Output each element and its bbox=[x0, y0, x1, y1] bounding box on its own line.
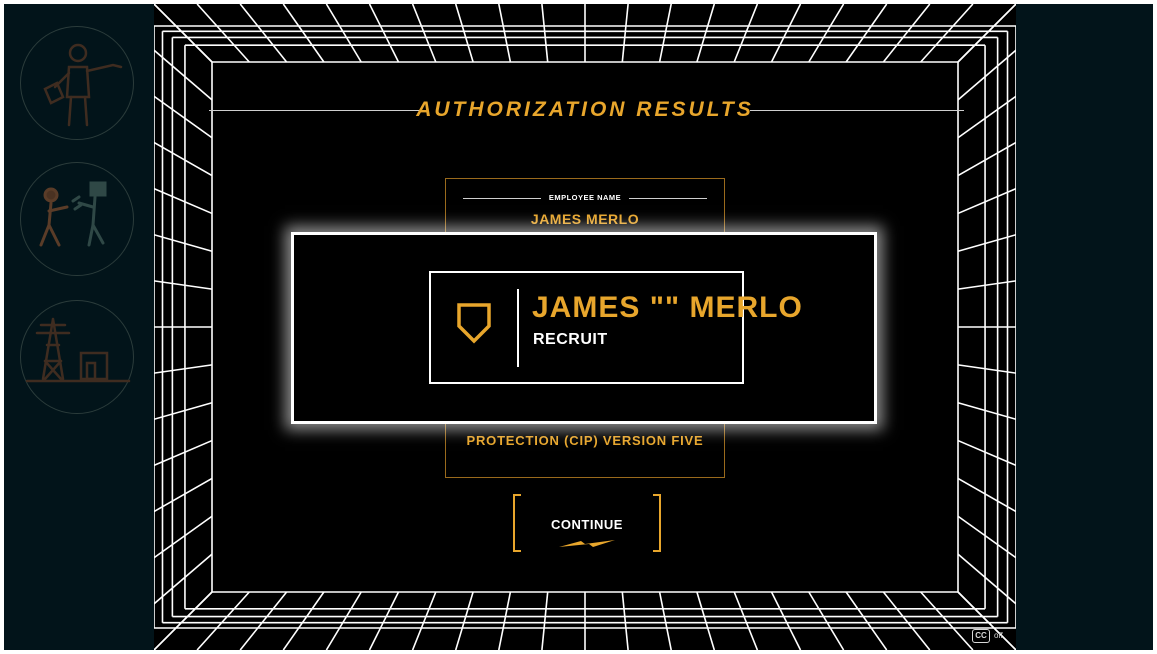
worker-robot-icon bbox=[39, 181, 107, 247]
grid-line bbox=[541, 591, 549, 650]
grid-line bbox=[239, 591, 288, 650]
grid-line bbox=[325, 591, 362, 650]
grid-line bbox=[196, 4, 250, 63]
grid-line bbox=[411, 4, 437, 63]
grid-line bbox=[196, 591, 250, 650]
continue-button[interactable]: CONTINUE bbox=[513, 494, 661, 558]
bracket-right bbox=[653, 494, 661, 552]
grid-line bbox=[696, 591, 716, 650]
grid-line bbox=[845, 591, 888, 650]
grid-line bbox=[920, 591, 974, 650]
grid-line bbox=[696, 4, 716, 63]
grid-line bbox=[621, 591, 629, 650]
grid-line bbox=[368, 591, 400, 650]
grid-line bbox=[621, 4, 629, 63]
grid-line bbox=[808, 591, 845, 650]
power-tower-icon bbox=[25, 317, 131, 383]
app-frame: AUTHORIZATION RESULTS EMPLOYEE NAME JAME… bbox=[4, 4, 1153, 650]
worker-clipboard-icon bbox=[43, 43, 123, 127]
grid-line bbox=[808, 4, 845, 63]
grid-line bbox=[325, 4, 362, 63]
shield-icon bbox=[456, 302, 492, 349]
game-stage: AUTHORIZATION RESULTS EMPLOYEE NAME JAME… bbox=[154, 4, 1016, 650]
grid-line bbox=[770, 591, 802, 650]
grid-line bbox=[411, 591, 437, 650]
sidebar bbox=[4, 4, 154, 650]
closed-captions-icon: CC bbox=[972, 629, 990, 643]
grid-line bbox=[282, 591, 325, 650]
lightning-bolt-icon bbox=[559, 540, 615, 547]
grid-line bbox=[658, 591, 672, 650]
grid-line bbox=[733, 591, 759, 650]
badge-divider bbox=[517, 289, 519, 367]
grid-line bbox=[498, 4, 512, 63]
grid-line bbox=[454, 4, 474, 63]
grid-line bbox=[454, 591, 474, 650]
grid-line bbox=[920, 4, 974, 63]
sidebar-item-power-tower[interactable] bbox=[20, 300, 134, 414]
grid-line bbox=[498, 591, 512, 650]
badge-overlay: JAMES "" MERLO RECRUIT bbox=[291, 232, 877, 424]
sidebar-item-worker-robot[interactable] bbox=[20, 162, 134, 276]
rank-badge-card: JAMES "" MERLO RECRUIT bbox=[429, 271, 802, 384]
grid-line bbox=[282, 4, 325, 63]
grid-line bbox=[368, 4, 400, 63]
label-rule-right bbox=[629, 198, 707, 199]
continue-label: CONTINUE bbox=[551, 517, 623, 532]
grid-line bbox=[733, 4, 759, 63]
grid-line bbox=[541, 4, 549, 63]
employee-name-value: JAMES MERLO bbox=[530, 211, 640, 227]
grid-line bbox=[845, 4, 888, 63]
closed-captions-toggle[interactable]: CC off bbox=[972, 628, 1016, 646]
badge-rank: RECRUIT bbox=[533, 331, 608, 348]
closed-captions-state: off bbox=[994, 631, 1003, 640]
certificate-footer-text: PROTECTION (CIP) VERSION FIVE bbox=[466, 433, 704, 448]
grid-line bbox=[882, 591, 931, 650]
grid-line bbox=[770, 4, 802, 63]
grid-line bbox=[239, 4, 288, 63]
badge-player-name: JAMES "" MERLO bbox=[532, 291, 803, 324]
grid-line bbox=[882, 4, 931, 63]
sidebar-item-worker-clipboard[interactable] bbox=[20, 26, 134, 140]
grid-line bbox=[658, 4, 672, 63]
title-rule-right bbox=[750, 110, 964, 111]
